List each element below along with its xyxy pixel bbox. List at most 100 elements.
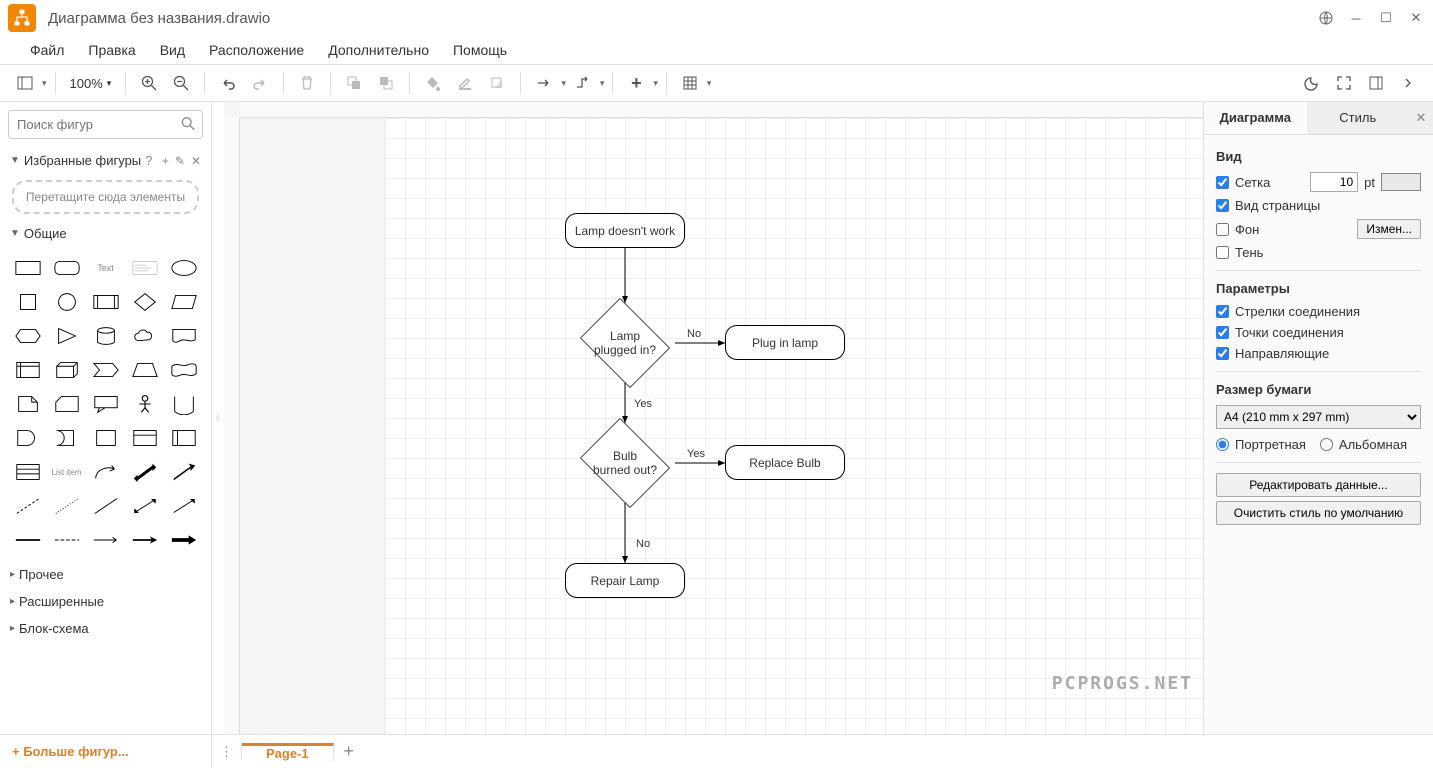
shape-and[interactable] [49, 423, 84, 453]
shape-tape[interactable] [166, 355, 201, 385]
fill-color-icon[interactable] [418, 68, 448, 98]
shape-container[interactable] [127, 423, 162, 453]
favorites-dropzone[interactable]: Перетащите сюда элементы [12, 180, 199, 214]
shape-cylinder[interactable] [88, 321, 123, 351]
shape-list-item[interactable]: List item [49, 457, 84, 487]
shape-rect[interactable] [10, 253, 45, 283]
edge-label[interactable]: Yes [632, 398, 654, 410]
menu-arrange[interactable]: Расположение [199, 38, 314, 62]
shape-rounded-rect[interactable] [49, 253, 84, 283]
shape-callout[interactable] [88, 389, 123, 419]
shape-circle[interactable] [49, 287, 84, 317]
portrait-radio[interactable] [1216, 438, 1229, 451]
shape-list[interactable] [10, 457, 45, 487]
shape-bidir-arrow[interactable] [127, 457, 162, 487]
shape-harrow-thin[interactable] [88, 525, 123, 555]
menu-edit[interactable]: Правка [78, 38, 145, 62]
search-input[interactable] [8, 110, 203, 139]
shape-line[interactable] [88, 491, 123, 521]
edit-data-button[interactable]: Редактировать данные... [1216, 473, 1421, 497]
more-shapes-button[interactable]: + Больше фигур... [0, 735, 212, 768]
edge-label[interactable]: No [634, 538, 652, 550]
shape-triangle[interactable] [49, 321, 84, 351]
edge-label[interactable]: No [685, 328, 703, 340]
section-flowchart[interactable]: ▸Блок-схема [0, 615, 211, 642]
panel-close-icon[interactable]: ✕ [1409, 102, 1433, 134]
to-front-icon[interactable] [339, 68, 369, 98]
shape-hline-dash[interactable] [49, 525, 84, 555]
node-plugin[interactable]: Plug in lamp [725, 325, 845, 360]
canvas[interactable]: Lamp doesn't work Lamp plugged in? Plug … [240, 118, 1203, 734]
shape-square[interactable] [10, 287, 45, 317]
section-common[interactable]: ▼Общие [0, 220, 211, 247]
shape-or[interactable] [10, 423, 45, 453]
shape-hexagon[interactable] [10, 321, 45, 351]
page[interactable]: Lamp doesn't work Lamp plugged in? Plug … [385, 118, 1203, 734]
add-icon[interactable]: + [162, 154, 169, 168]
close-icon[interactable]: ✕ [1407, 9, 1425, 27]
search-icon[interactable] [181, 116, 195, 133]
menu-extras[interactable]: Дополнительно [318, 38, 439, 62]
language-icon[interactable] [1317, 9, 1335, 27]
maximize-icon[interactable]: ☐ [1377, 9, 1395, 27]
zoom-in-icon[interactable] [134, 68, 164, 98]
shape-parallelogram[interactable] [166, 287, 201, 317]
collapse-icon[interactable] [1393, 68, 1423, 98]
pageview-checkbox[interactable] [1216, 199, 1229, 212]
to-back-icon[interactable] [371, 68, 401, 98]
shadow-icon[interactable] [482, 68, 512, 98]
shape-actor[interactable] [127, 389, 162, 419]
shape-dotted-line[interactable] [49, 491, 84, 521]
undo-icon[interactable] [213, 68, 243, 98]
shape-cloud[interactable] [127, 321, 162, 351]
zoom-control[interactable]: 100%▾ [64, 76, 118, 91]
shape-text[interactable]: Text [88, 253, 123, 283]
edge-label[interactable]: Yes [685, 448, 707, 460]
shape-internal-storage[interactable] [10, 355, 45, 385]
shadow-checkbox[interactable] [1216, 246, 1229, 259]
conn-points-checkbox[interactable] [1216, 326, 1229, 339]
shape-curve-shape[interactable] [166, 389, 201, 419]
delete-icon[interactable] [292, 68, 322, 98]
tab-style[interactable]: Стиль [1307, 102, 1410, 134]
view-sidebar-icon[interactable] [10, 68, 40, 98]
node-burned[interactable]: Bulb burned out? [575, 423, 675, 503]
shape-hline[interactable] [10, 525, 45, 555]
grid-color-swatch[interactable] [1381, 173, 1421, 191]
shape-harrow[interactable] [127, 525, 162, 555]
section-favorites[interactable]: ▼Избранные фигуры? +✎✕ [0, 147, 211, 174]
table-icon[interactable] [675, 68, 705, 98]
page-tab[interactable]: Page-1 [242, 743, 334, 761]
shape-arrow[interactable] [166, 457, 201, 487]
page-menu-icon[interactable]: ⋮ [212, 744, 242, 760]
add-page-icon[interactable]: + [334, 741, 364, 762]
node-plugged[interactable]: Lamp plugged in? [575, 303, 675, 383]
shape-trapezoid[interactable] [127, 355, 162, 385]
shape-step[interactable] [88, 355, 123, 385]
grid-checkbox[interactable] [1216, 176, 1229, 189]
format-icon[interactable] [1361, 68, 1391, 98]
node-start[interactable]: Lamp doesn't work [565, 213, 685, 248]
node-replace[interactable]: Replace Bulb [725, 445, 845, 480]
waypoints-icon[interactable] [568, 68, 598, 98]
shape-hcontainer[interactable] [166, 423, 201, 453]
shape-textbox[interactable] [127, 253, 162, 283]
shape-dashed-line[interactable] [10, 491, 45, 521]
shape-process[interactable] [88, 287, 123, 317]
minimize-icon[interactable]: ─ [1347, 9, 1365, 27]
shape-bidir-line[interactable] [127, 491, 162, 521]
shape-datastore[interactable] [88, 423, 123, 453]
shape-card[interactable] [49, 389, 84, 419]
shape-curve-arrow[interactable] [88, 457, 123, 487]
shape-cube[interactable] [49, 355, 84, 385]
fullscreen-icon[interactable] [1329, 68, 1359, 98]
shape-dir-line[interactable] [166, 491, 201, 521]
shape-note[interactable] [10, 389, 45, 419]
grid-size-input[interactable] [1310, 172, 1358, 192]
sidebar-splitter[interactable]: ⁞ [212, 102, 224, 734]
insert-icon[interactable]: + [621, 68, 651, 98]
shape-diamond[interactable] [127, 287, 162, 317]
section-misc[interactable]: ▸Прочее [0, 561, 211, 588]
menu-view[interactable]: Вид [150, 38, 195, 62]
line-color-icon[interactable] [450, 68, 480, 98]
